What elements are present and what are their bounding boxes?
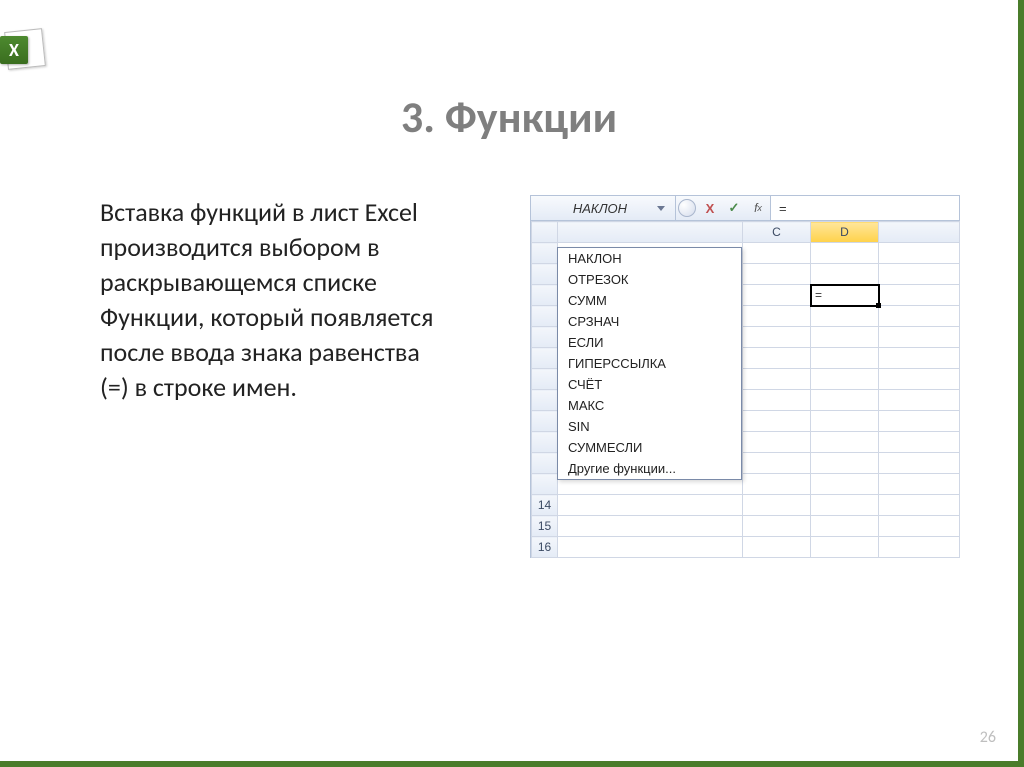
slide-title: 3. Функции	[0, 90, 1018, 144]
expand-formula-icon[interactable]	[678, 199, 696, 217]
cell[interactable]	[811, 474, 879, 495]
cancel-button[interactable]: X	[698, 196, 722, 220]
cell[interactable]	[811, 411, 879, 432]
row-header[interactable]	[532, 474, 558, 495]
row-header-15[interactable]: 15	[532, 516, 558, 537]
row-header[interactable]	[532, 369, 558, 390]
cell[interactable]	[811, 390, 879, 411]
column-header-c[interactable]: C	[743, 222, 811, 243]
cell[interactable]	[811, 516, 879, 537]
slide-body-text: Вставка функций в лист Excel производитс…	[100, 195, 450, 406]
formula-input[interactable]: =	[770, 196, 959, 220]
function-dropdown[interactable]: НАКЛОН ОТРЕЗОК СУММ СРЗНАЧ ЕСЛИ ГИПЕРССЫ…	[557, 247, 742, 480]
column-header[interactable]	[558, 222, 743, 243]
row-header[interactable]	[532, 285, 558, 306]
name-box[interactable]: НАКЛОН	[531, 196, 676, 220]
row-header[interactable]	[532, 348, 558, 369]
select-all-corner[interactable]	[532, 222, 558, 243]
function-item[interactable]: НАКЛОН	[558, 248, 741, 269]
page-number: 26	[980, 728, 996, 747]
row-header[interactable]	[532, 453, 558, 474]
cell[interactable]	[811, 537, 879, 558]
function-item[interactable]: СУММ	[558, 290, 741, 311]
cell[interactable]	[811, 432, 879, 453]
formula-value: =	[779, 201, 787, 216]
row-header-14[interactable]: 14	[532, 495, 558, 516]
excel-logo-icon: X	[6, 30, 54, 78]
function-item[interactable]: ОТРЕЗОК	[558, 269, 741, 290]
function-item[interactable]: ГИПЕРССЫЛКА	[558, 353, 741, 374]
row-header[interactable]	[532, 243, 558, 264]
column-header-d[interactable]: D	[811, 222, 879, 243]
column-header[interactable]	[879, 222, 960, 243]
row-header[interactable]	[532, 390, 558, 411]
formula-bar: НАКЛОН X ✓ fx =	[530, 195, 960, 221]
function-item[interactable]: СЧЁТ	[558, 374, 741, 395]
row-header[interactable]	[532, 432, 558, 453]
function-item[interactable]: Другие функции...	[558, 458, 741, 479]
row-header[interactable]	[532, 264, 558, 285]
function-item[interactable]: SIN	[558, 416, 741, 437]
cell[interactable]	[811, 243, 879, 264]
cell[interactable]	[811, 495, 879, 516]
cell[interactable]	[811, 306, 879, 327]
cell[interactable]	[811, 327, 879, 348]
cell[interactable]	[811, 453, 879, 474]
insert-function-button[interactable]: fx	[746, 196, 770, 220]
chevron-down-icon[interactable]	[657, 206, 665, 211]
slide: X 3. Функции Вставка функций в лист Exce…	[0, 0, 1024, 767]
function-item[interactable]: ЕСЛИ	[558, 332, 741, 353]
function-item[interactable]: СРЗНАЧ	[558, 311, 741, 332]
row-header[interactable]	[532, 327, 558, 348]
cell[interactable]	[811, 264, 879, 285]
function-item[interactable]: СУММЕСЛИ	[558, 437, 741, 458]
row-header-16[interactable]: 16	[532, 537, 558, 558]
row-header[interactable]	[532, 411, 558, 432]
row-header[interactable]	[532, 306, 558, 327]
active-cell[interactable]: =	[811, 285, 879, 306]
cell[interactable]	[811, 369, 879, 390]
name-box-value: НАКЛОН	[573, 201, 627, 216]
enter-button[interactable]: ✓	[722, 196, 746, 220]
function-item[interactable]: МАКС	[558, 395, 741, 416]
cell[interactable]	[811, 348, 879, 369]
excel-screenshot: НАКЛОН X ✓ fx = НАКЛОН ОТРЕЗОК СУММ СРЗН…	[530, 195, 960, 558]
